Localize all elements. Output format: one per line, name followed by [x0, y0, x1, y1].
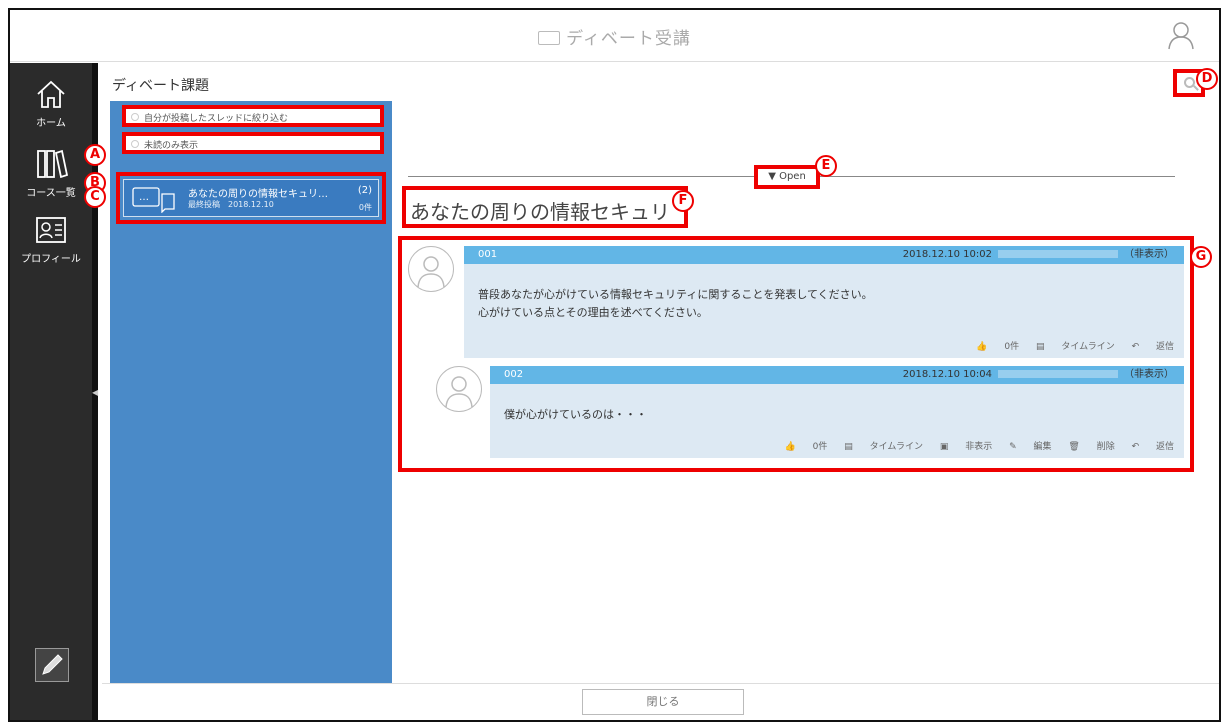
delete-button[interactable]: 🗑 削除: [1068, 442, 1114, 452]
app-window: ディベート受講 ホーム コース一覧 プロフィール ◀ ディベート課題 自分が投稿…: [8, 8, 1221, 722]
footer: 閉じる: [102, 683, 1219, 720]
marker-e: E: [815, 155, 837, 177]
side-nav: ホーム コース一覧 プロフィール ◀: [10, 63, 98, 720]
like-button[interactable]: 👍 0件: [785, 442, 828, 452]
thread-card-date: 最終投稿 2018.12.10: [188, 200, 274, 209]
reply-button[interactable]: ↶ 返信: [1132, 342, 1174, 352]
books-icon: [37, 149, 68, 179]
home-icon: [37, 80, 65, 108]
marker-a: A: [84, 144, 106, 166]
thread-card-count: (2): [357, 185, 372, 196]
debate-icon: [538, 31, 561, 45]
blurred-author: [998, 370, 1118, 378]
filter-own-posts[interactable]: 自分が投稿したスレッドに絞り込む: [122, 105, 384, 127]
close-button[interactable]: 閉じる: [582, 689, 744, 715]
post-header: 002 2018.12.10 10:04 （非表示）: [490, 366, 1184, 384]
chat-bubbles-icon: …: [132, 187, 175, 213]
timeline-button[interactable]: ▤ タイムライン: [1036, 342, 1115, 352]
page-header: ディベート課題: [102, 63, 1219, 101]
reply-button[interactable]: ↶ 返信: [1132, 442, 1174, 452]
nav-courses[interactable]: コース一覧: [10, 147, 92, 199]
post-body: 普段あなたが心がけている情報セキュリティに関することを発表してください。 心がけ…: [464, 264, 1184, 358]
app-title: ディベート受講: [10, 24, 1219, 49]
post-002: 002 2018.12.10 10:04 （非表示） 僕が心がけているのは・・・ …: [436, 366, 1184, 458]
timeline-button[interactable]: ▤ タイムライン: [844, 442, 923, 452]
top-bar: ディベート受講: [10, 10, 1219, 62]
posts-highlight: 001 2018.12.10 10:02 （非表示） 普段あなたが心がけている情報…: [398, 236, 1194, 472]
nav-home[interactable]: ホーム: [10, 77, 92, 129]
user-icon[interactable]: [1167, 20, 1195, 50]
marker-g: G: [1190, 246, 1212, 268]
filter-unread-only[interactable]: 未読のみ表示: [122, 132, 384, 154]
thread-card[interactable]: … あなたの周りの情報セキュリ… (2) 最終投稿 2018.12.10 0件: [123, 179, 379, 217]
post-header: 001 2018.12.10 10:02 （非表示）: [464, 246, 1184, 264]
thread-list-panel: 自分が投稿したスレッドに絞り込む 未読のみ表示 … あなたの周りの情報セキュリ……: [110, 101, 392, 695]
thread-card-title: あなたの周りの情報セキュリ…: [188, 189, 328, 200]
blurred-author: [998, 250, 1118, 258]
thread-detail: ▼ Open あなたの周りの情報セキュリ 001 2018.12.10 10:0…: [392, 101, 1219, 695]
like-button[interactable]: 👍 0件: [976, 342, 1019, 352]
marker-d: D: [1196, 68, 1218, 90]
marker-f: F: [672, 190, 694, 212]
avatar-icon: [436, 366, 482, 412]
post-actions: 👍 0件 ▤ タイムライン ↶ 返信: [962, 339, 1174, 352]
thread-card-likes: 0件: [358, 203, 372, 212]
post-001: 001 2018.12.10 10:02 （非表示） 普段あなたが心がけている情報…: [408, 246, 1184, 358]
profile-card-icon: [36, 217, 66, 243]
thread-card-highlight: … あなたの周りの情報セキュリ… (2) 最終投稿 2018.12.10 0件: [116, 172, 386, 224]
avatar-icon: [408, 246, 454, 292]
open-toggle-button[interactable]: ▼ Open: [754, 165, 820, 189]
marker-c: C: [84, 186, 106, 208]
edit-pencil-icon[interactable]: [35, 648, 69, 682]
thread-title: あなたの周りの情報セキュリ: [410, 200, 670, 224]
checkbox-icon[interactable]: [131, 113, 139, 121]
checkbox-icon[interactable]: [131, 140, 139, 148]
page-title: ディベート課題: [112, 78, 210, 94]
thread-title-highlight: あなたの周りの情報セキュリ: [402, 186, 688, 228]
hide-button[interactable]: ▣ 非表示: [940, 442, 992, 452]
collapse-arrow-icon[interactable]: ◀: [92, 388, 98, 398]
svg-text:…: …: [139, 192, 149, 203]
nav-profile[interactable]: プロフィール: [10, 213, 92, 265]
post-actions: 👍 0件 ▤ タイムライン ▣ 非表示 ✎ 編集 🗑 削除 ↶ 返信: [771, 439, 1174, 452]
post-body: 僕が心がけているのは・・・ 👍 0件 ▤ タイムライン ▣ 非表示 ✎ 編集 🗑…: [490, 384, 1184, 458]
edit-button[interactable]: ✎ 編集: [1009, 442, 1051, 452]
